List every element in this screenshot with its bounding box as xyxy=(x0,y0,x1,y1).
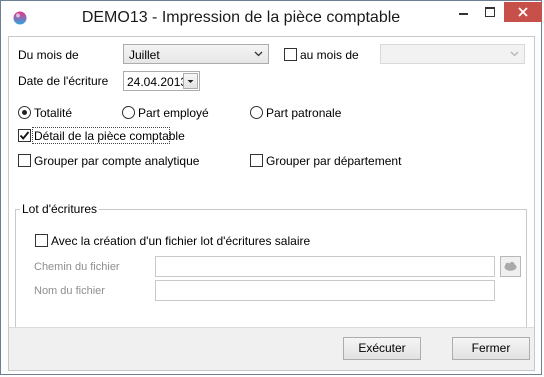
close-window-button[interactable] xyxy=(504,2,542,22)
close-button[interactable]: Fermer xyxy=(452,337,530,360)
window-title: DEMO13 - Impression de la pièce comptabl… xyxy=(81,9,401,26)
chevron-down-icon xyxy=(510,51,519,57)
detail-checkbox-label: Détail de la pièce comptable xyxy=(34,129,185,143)
folder-icon xyxy=(504,261,517,271)
radio-part-employe[interactable] xyxy=(122,106,135,119)
close-icon xyxy=(518,7,528,17)
radio-totalite[interactable] xyxy=(18,106,31,119)
create-batch-label: Avec la création d'un fichier lot d'écri… xyxy=(51,234,311,248)
detail-checkbox[interactable] xyxy=(18,129,31,142)
to-month-label: au mois de xyxy=(300,48,359,62)
chevron-down-icon xyxy=(254,51,263,57)
maximize-button[interactable] xyxy=(477,2,503,22)
radio-part-patronale[interactable] xyxy=(250,106,263,119)
radio-part-employe-label: Part employé xyxy=(138,106,209,120)
checkmark-icon xyxy=(19,131,30,140)
radio-totalite-label: Totalité xyxy=(34,106,73,120)
group-analytic-checkbox[interactable] xyxy=(18,154,31,167)
create-batch-checkbox[interactable] xyxy=(35,234,48,247)
from-month-label: Du mois de xyxy=(18,48,79,62)
entry-date-label: Date de l'écriture xyxy=(18,74,109,88)
group-department-checkbox[interactable] xyxy=(250,154,263,167)
to-month-select[interactable] xyxy=(380,44,525,64)
file-name-label: Nom du fichier xyxy=(34,285,105,297)
file-path-label: Chemin du fichier xyxy=(34,261,120,273)
minimize-button[interactable] xyxy=(450,2,476,22)
browse-button[interactable] xyxy=(500,256,521,277)
group-analytic-label: Grouper par compte analytique xyxy=(34,154,200,168)
title-bar[interactable]: DEMO13 - Impression de la pièce comptabl… xyxy=(1,1,542,36)
dialog-footer: Exécuter Fermer xyxy=(9,327,534,370)
entry-date-value: 24.04.2013 xyxy=(127,75,188,89)
file-name-input[interactable] xyxy=(155,280,495,301)
execute-button[interactable]: Exécuter xyxy=(343,337,421,360)
file-path-input[interactable] xyxy=(155,256,495,277)
entry-date-picker[interactable]: 24.04.2013 xyxy=(123,71,200,91)
date-dropdown-button[interactable] xyxy=(183,73,198,89)
print-dialog-window: DEMO13 - Impression de la pièce comptabl… xyxy=(0,0,542,375)
radio-part-patronale-label: Part patronale xyxy=(266,106,342,120)
batch-group-title: Lot d'écritures xyxy=(20,202,99,216)
from-month-value: Juillet xyxy=(129,48,160,62)
to-month-checkbox[interactable] xyxy=(284,48,297,61)
caret-down-icon xyxy=(187,80,194,83)
from-month-select[interactable]: Juillet xyxy=(123,44,269,64)
dialog-body: Du mois de Juillet au mois de Date de l'… xyxy=(8,36,535,371)
group-department-label: Grouper par département xyxy=(266,154,402,168)
